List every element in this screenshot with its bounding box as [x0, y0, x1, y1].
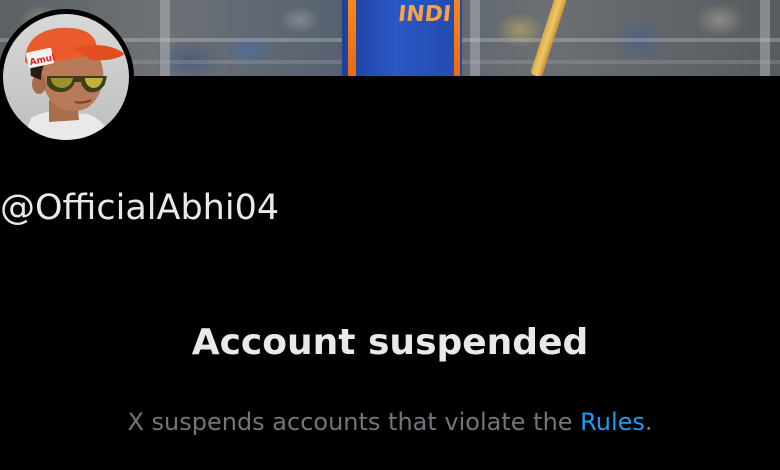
- jersey-stripe: [348, 0, 356, 76]
- suspension-explanation: X suspends accounts that violate the Rul…: [0, 408, 780, 436]
- rules-link[interactable]: Rules: [580, 408, 645, 436]
- account-suspended-title: Account suspended: [191, 322, 589, 363]
- profile-avatar[interactable]: Amul: [0, 9, 134, 145]
- suspension-explanation-text: X suspends accounts that violate the: [127, 408, 581, 436]
- avatar-photo: Amul: [3, 14, 129, 140]
- profile-handle: @OfficialAbhi04: [0, 188, 280, 228]
- avatar-portrait-illustration: Amul: [23, 27, 125, 140]
- banner-jersey-text: INDI: [396, 2, 453, 27]
- suspension-explanation-end: .: [644, 408, 653, 436]
- jersey-stripe: [454, 0, 460, 76]
